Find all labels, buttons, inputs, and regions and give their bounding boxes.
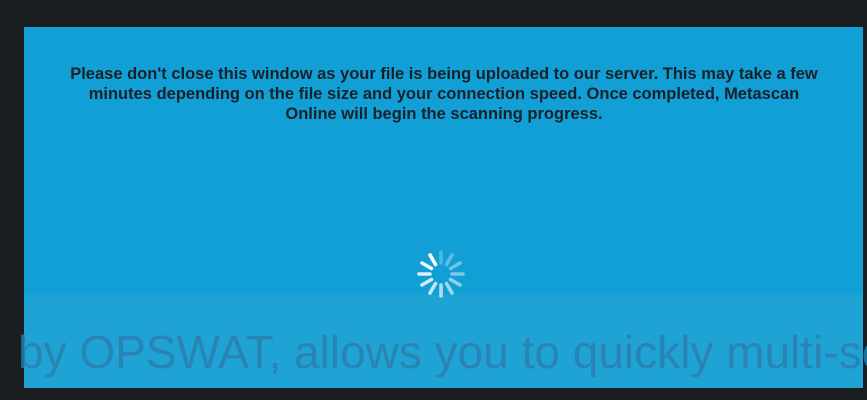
- dialog-overlay-tagline: by OPSWAT, allows you to quickly multi-s…: [24, 326, 863, 378]
- spinner-segment: [444, 253, 454, 267]
- upload-message: Please don't close this window as your f…: [70, 65, 818, 123]
- spinner-segment: [448, 261, 462, 271]
- page: by OPSWAT, allows you to quickly multi-s…: [0, 0, 867, 400]
- loading-spinner-icon: [417, 250, 465, 298]
- spinner-segment: [448, 277, 462, 287]
- upload-progress-dialog: by OPSWAT, allows you to quickly multi-s…: [24, 27, 863, 388]
- spinner-segment: [420, 277, 434, 287]
- spinner-segment: [428, 253, 438, 267]
- spinner-segment: [428, 281, 438, 295]
- spinner-segment: [444, 281, 454, 295]
- spinner-segment: [420, 261, 434, 271]
